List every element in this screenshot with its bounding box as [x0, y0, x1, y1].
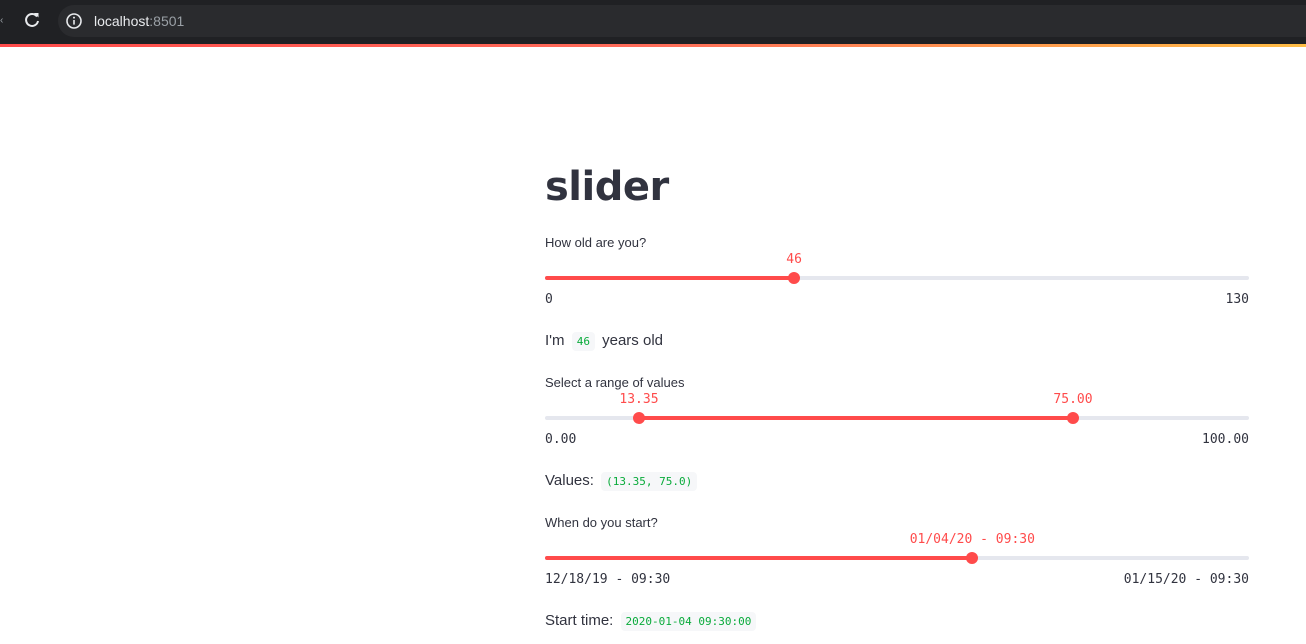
- age-output-suffix: years old: [602, 332, 663, 349]
- range-slider-min: 0.00: [545, 432, 577, 447]
- url-host: localhost: [94, 13, 150, 29]
- date-slider-thumb[interactable]: [966, 552, 979, 564]
- app-decoration-bar: [0, 44, 1306, 47]
- date-output-value: 2020-01-04 09:30:00: [620, 612, 757, 631]
- age-slider-value: 46: [786, 252, 802, 267]
- age-slider-fill: [545, 276, 795, 280]
- date-slider[interactable]: 01/04/20 - 09:30 12/18/19 - 09:30 01/15/…: [545, 532, 1249, 616]
- range-output-prefix: Values:: [545, 472, 594, 489]
- range-slider-label: Select a range of values: [545, 375, 685, 390]
- range-slider[interactable]: 13.35 75.00 0.00 100.00: [545, 392, 1249, 476]
- range-output-value: (13.35, 75.0): [601, 472, 698, 491]
- range-slider-high-thumb[interactable]: [1067, 412, 1079, 424]
- age-output-value: 46: [571, 332, 595, 351]
- age-slider-thumb[interactable]: [788, 272, 801, 284]
- back-icon[interactable]: ‹: [0, 16, 3, 26]
- range-slider-max: 100.00: [1202, 432, 1249, 447]
- date-output-prefix: Start time:: [545, 612, 614, 629]
- age-output-prefix: I'm: [545, 332, 565, 349]
- range-slider-low-value: 13.35: [619, 392, 659, 407]
- date-slider-value: 01/04/20 - 09:30: [909, 532, 1035, 547]
- age-slider[interactable]: 46 0 130: [545, 252, 1249, 336]
- info-icon[interactable]: [65, 12, 83, 30]
- range-slider-fill: [638, 416, 1073, 420]
- date-slider-min: 12/18/19 - 09:30: [545, 572, 671, 587]
- browser-toolbar: ‹ localhost:8501: [0, 0, 1306, 44]
- range-slider-low-thumb[interactable]: [632, 412, 645, 424]
- date-slider-max: 01/15/20 - 09:30: [1123, 572, 1249, 587]
- date-slider-label: When do you start?: [545, 515, 658, 530]
- date-slider-fill: [545, 556, 973, 560]
- range-slider-high-value: 75.00: [1053, 392, 1093, 407]
- url-text: localhost:8501: [94, 13, 184, 29]
- page-title: slider: [545, 164, 669, 210]
- age-slider-min: 0: [545, 292, 553, 307]
- address-bar[interactable]: localhost:8501: [58, 5, 1306, 37]
- date-output: Start time: 2020-01-04 09:30:00: [545, 610, 759, 633]
- age-slider-label: How old are you?: [545, 235, 647, 250]
- age-output: I'm 46 years old: [545, 330, 663, 353]
- reload-icon[interactable]: [22, 10, 42, 30]
- age-slider-max: 130: [1225, 292, 1249, 307]
- url-port: :8501: [149, 13, 185, 29]
- range-output: Values: (13.35, 75.0): [545, 470, 700, 493]
